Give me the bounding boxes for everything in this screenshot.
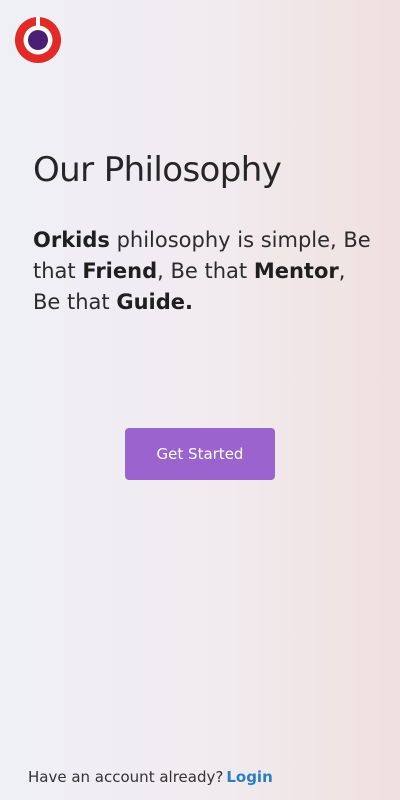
highlight-guide: Guide. [116,290,193,314]
highlight-mentor: Mentor [253,259,339,283]
orkids-logo-icon [14,16,62,64]
brand-name: Orkids [33,228,110,252]
login-link[interactable]: Login [226,768,272,786]
login-prompt: Have an account already? Login [28,768,273,786]
philosophy-text-part-2: , Be that [157,259,254,283]
login-prompt-text: Have an account already? [28,768,224,786]
highlight-friend: Friend [82,259,158,283]
page-title: Our Philosophy [33,150,282,190]
get-started-button[interactable]: Get Started [125,428,275,480]
philosophy-text: Orkids philosophy is simple, Be that Fri… [33,225,373,318]
